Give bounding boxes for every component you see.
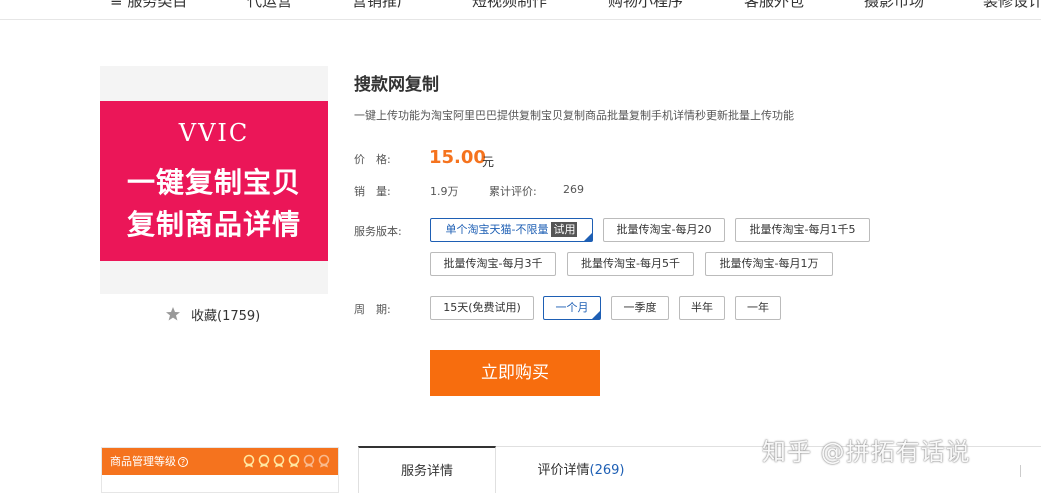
favorite-button[interactable]: 收藏(1759) (165, 304, 260, 324)
price-label: 价 格: (354, 153, 391, 166)
sales-label: 销 量: (354, 185, 391, 198)
favorite-label: 收藏(1759) (191, 308, 261, 324)
product-description: 一键上传功能为淘宝阿里巴巴提供复制宝贝复制商品批量复制手机详情秒更新批量上传功能 (354, 109, 794, 122)
nav-service-category[interactable]: ≡ 服务类目 (110, 0, 187, 11)
sales-value: 1.9万 (430, 185, 459, 198)
reviews-label: 累计评价: (489, 185, 537, 198)
version-option-1500[interactable]: 批量传淘宝-每月1千5 (735, 218, 870, 242)
period-option-quarter[interactable]: 一季度 (611, 296, 669, 320)
version-option-single[interactable]: 单个淘宝天猫-不限量 试用 (430, 218, 593, 242)
nav-short-video[interactable]: 短视频制作 (472, 0, 547, 11)
version-option-label: 单个淘宝天猫-不限量 (445, 223, 549, 236)
period-label: 周 期: (354, 303, 391, 316)
tab-review-details[interactable]: 评价详情(269) (496, 447, 666, 493)
price-unit: 元 (482, 155, 495, 169)
top-nav: ≡ 服务类目 代运营 营销推广 短视频制作 购物小程序 客服外包 摄影市场 装修… (0, 0, 1041, 20)
trial-badge: 试用 (551, 222, 578, 237)
medal-icon (288, 454, 300, 468)
nav-photography[interactable]: 摄影市场 (864, 0, 924, 11)
nav-mini-program[interactable]: 购物小程序 (608, 0, 683, 11)
buy-now-button[interactable]: 立即购买 (430, 350, 600, 396)
price-value: 15.00 (429, 147, 486, 168)
tab-separator (1020, 465, 1021, 477)
help-icon[interactable]: ? (178, 457, 188, 467)
version-option-20[interactable]: 批量传淘宝-每月20 (603, 218, 725, 242)
grade-panel: 商品管理等级? (101, 447, 339, 493)
brand-logo: VVIC (178, 119, 250, 147)
banner-line-1: 一键复制宝贝 (126, 166, 301, 199)
nav-decoration[interactable]: 装修设计 (983, 0, 1041, 11)
version-option-10000[interactable]: 批量传淘宝-每月1万 (705, 252, 833, 276)
version-option-5000[interactable]: 批量传淘宝-每月5千 (567, 252, 694, 276)
product-title: 搜款网复制 (354, 75, 439, 95)
medal-icon (258, 454, 270, 468)
nav-marketing[interactable]: 营销推广 (352, 0, 412, 11)
nav-customer-service[interactable]: 客服外包 (744, 0, 804, 11)
medal-icon (303, 454, 315, 468)
version-option-3000[interactable]: 批量传淘宝-每月3千 (430, 252, 556, 276)
grade-header: 商品管理等级? (102, 448, 338, 475)
grade-medals (243, 454, 330, 468)
version-label: 服务版本: (354, 225, 402, 238)
medal-icon (318, 454, 330, 468)
tab-review-count: (269) (589, 463, 625, 478)
period-option-month[interactable]: 一个月 (543, 296, 601, 320)
medal-icon (243, 454, 255, 468)
watermark: 知乎 @拼拓有话说 (762, 438, 971, 466)
tab-service-details[interactable]: 服务详情 (358, 446, 496, 493)
banner-line-2: 复制商品详情 (126, 208, 301, 241)
period-option-half-year[interactable]: 半年 (679, 296, 725, 320)
nav-operation[interactable]: 代运营 (247, 0, 292, 11)
tab-review-label: 评价详情 (537, 463, 590, 478)
grade-title: 商品管理等级 (110, 455, 176, 468)
product-banner: VVIC 一键复制宝贝 复制商品详情 (100, 101, 328, 261)
reviews-value: 269 (563, 183, 584, 196)
period-option-year[interactable]: 一年 (735, 296, 781, 320)
product-image: VVIC 一键复制宝贝 复制商品详情 (100, 66, 328, 294)
star-icon (166, 307, 180, 321)
medal-icon (273, 454, 285, 468)
period-option-15days[interactable]: 15天(免费试用) (430, 296, 534, 320)
